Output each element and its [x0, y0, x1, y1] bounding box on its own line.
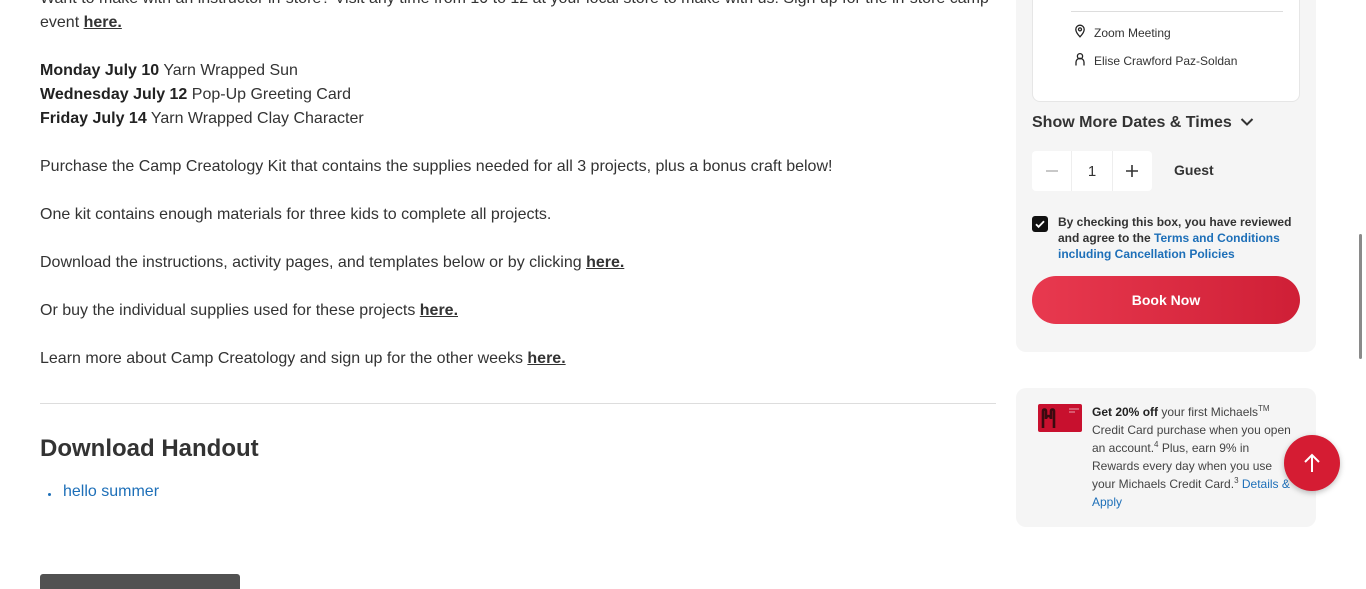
arrow-up-icon	[1304, 453, 1320, 472]
download-text: Download the instructions, activity page…	[40, 254, 587, 271]
learn-more-paragraph: Learn more about Camp Creatology and sig…	[40, 347, 566, 371]
instore-event-link[interactable]: here.	[84, 14, 122, 31]
trademark-mark: TM	[1258, 404, 1270, 413]
intro-paragraph: Want to make with an instructor in-store…	[40, 0, 990, 35]
location-pin-icon	[1073, 24, 1094, 41]
bullet-icon	[48, 492, 51, 496]
download-handout-heading: Download Handout	[40, 435, 259, 462]
page-scrollbar[interactable]	[1359, 234, 1362, 359]
section-divider	[40, 403, 996, 404]
schedule-day: Friday July 14	[40, 110, 147, 127]
schedule-day: Wednesday July 12	[40, 86, 188, 103]
book-now-button[interactable]: Book Now	[1032, 276, 1300, 324]
promo-text: Get 20% off your first MichaelsTM Credit…	[1092, 403, 1297, 511]
terms-checkbox[interactable]	[1032, 216, 1048, 232]
chevron-down-icon	[1232, 114, 1254, 132]
kit-paragraph: One kit contains enough materials for th…	[40, 206, 552, 223]
handout-link[interactable]: hello summer	[63, 480, 159, 504]
schedule-project: Yarn Wrapped Clay Character	[146, 110, 364, 127]
guest-quantity-stepper: 1	[1032, 151, 1152, 191]
schedule-project: Pop-Up Greeting Card	[187, 86, 351, 103]
promo-text-part: your first Michaels	[1158, 405, 1259, 419]
michaels-credit-card-image	[1038, 404, 1082, 432]
booking-card: Zoom Meeting Elise Crawford Paz-Soldan S…	[1016, 0, 1316, 352]
purchase-paragraph: Purchase the Camp Creatology Kit that co…	[40, 158, 833, 175]
next-section-heading-cropped	[40, 574, 240, 589]
credit-card-promo: Get 20% off your first MichaelsTM Credit…	[1016, 388, 1316, 527]
learn-more-text: Learn more about Camp Creatology and sig…	[40, 350, 528, 367]
schedule-item: Wednesday July 12 Pop-Up Greeting Card	[40, 83, 364, 107]
page: Want to make with an instructor in-store…	[0, 0, 1366, 589]
download-paragraph: Download the instructions, activity page…	[40, 251, 624, 275]
location-row: Zoom Meeting	[1073, 24, 1171, 41]
show-more-dates-button[interactable]: Show More Dates & Times	[1032, 114, 1254, 132]
details-divider	[1071, 11, 1283, 12]
schedule-project: Yarn Wrapped Sun	[159, 62, 298, 79]
intro-text: Want to make with an instructor in-store…	[40, 0, 989, 31]
minus-icon	[1045, 170, 1058, 172]
schedule-item: Monday July 10 Yarn Wrapped Sun	[40, 59, 364, 83]
show-more-dates-label: Show More Dates & Times	[1032, 114, 1232, 131]
increment-button[interactable]	[1113, 151, 1152, 191]
location-text: Zoom Meeting	[1094, 25, 1171, 40]
decrement-button[interactable]	[1032, 151, 1071, 191]
schedule-day: Monday July 10	[40, 62, 160, 79]
instructor-name: Elise Crawford Paz-Soldan	[1094, 53, 1238, 68]
supplies-text: Or buy the individual supplies used for …	[40, 302, 420, 319]
person-icon	[1073, 52, 1094, 69]
session-details-card: Zoom Meeting Elise Crawford Paz-Soldan	[1032, 0, 1300, 102]
plus-icon	[1126, 165, 1139, 177]
terms-agreement-text: By checking this box, you have reviewed …	[1058, 214, 1303, 262]
schedule-item: Friday July 14 Yarn Wrapped Clay Charact…	[40, 107, 364, 131]
quantity-value[interactable]: 1	[1071, 151, 1113, 191]
project-schedule: Monday July 10 Yarn Wrapped Sun Wednesda…	[40, 59, 364, 131]
download-instructions-link[interactable]: here.	[586, 254, 624, 271]
checkmark-icon	[1035, 220, 1045, 229]
supplies-paragraph: Or buy the individual supplies used for …	[40, 299, 458, 323]
scroll-to-top-button[interactable]	[1284, 435, 1340, 491]
promo-headline: Get 20% off	[1092, 405, 1159, 419]
instructor-row: Elise Crawford Paz-Soldan	[1073, 52, 1237, 69]
supplies-link[interactable]: here.	[420, 302, 458, 319]
learn-more-link[interactable]: here.	[527, 350, 565, 367]
handout-list-item: hello summer	[48, 480, 159, 504]
guest-label: Guest	[1174, 162, 1214, 178]
